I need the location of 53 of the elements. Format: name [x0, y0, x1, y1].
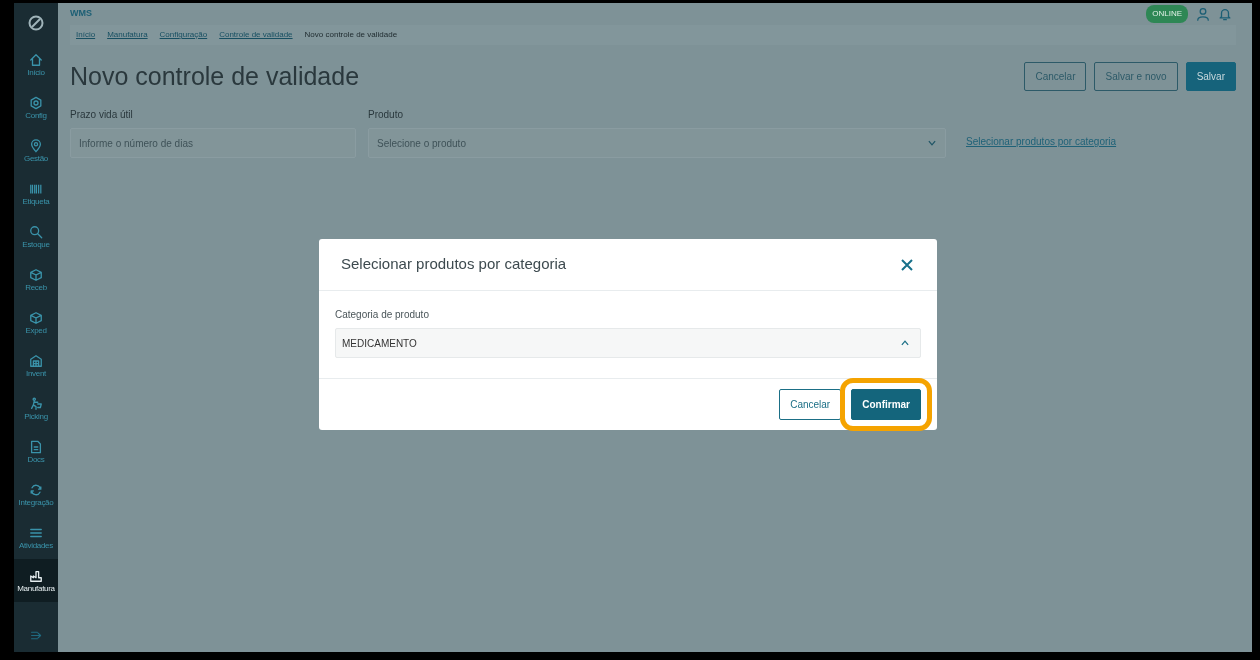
field-label: Prazo vida útil	[70, 108, 134, 122]
logo-icon	[28, 15, 44, 31]
close-icon	[899, 256, 915, 273]
save-button[interactable]: Salvar	[1185, 61, 1236, 91]
sidebar-item[interactable]: Manufatura	[14, 559, 58, 602]
sidebar-item[interactable]: Invent	[14, 344, 58, 387]
map-pin-icon	[29, 138, 43, 153]
sidebar-item[interactable]: Etiqueta	[14, 172, 58, 215]
user-icon[interactable]	[1196, 7, 1210, 21]
action-button[interactable]: Cancelar	[1024, 61, 1087, 91]
category-link[interactable]: Selecionar produtos por categoria	[966, 134, 1117, 149]
product-select[interactable]: Selecione o produto	[368, 128, 946, 158]
home-icon	[29, 52, 43, 67]
chevron-down-icon	[927, 138, 937, 148]
cancel-button[interactable]: Cancelar	[779, 389, 842, 420]
warehouse-icon	[29, 353, 43, 368]
box-icon	[29, 267, 43, 282]
sidebar-item[interactable]: Config	[14, 86, 58, 129]
chevron-up-icon	[900, 338, 910, 348]
app-name: WMS	[70, 7, 92, 21]
document-icon	[29, 439, 43, 454]
sync-icon	[29, 482, 43, 497]
sidebar-item[interactable]: Receb	[14, 258, 58, 301]
sidebar-item[interactable]: Exped	[14, 301, 58, 344]
search-icon	[29, 224, 43, 239]
breadcrumb-link[interactable]: Início	[76, 29, 96, 41]
sidebar-item[interactable]: Gestão	[14, 129, 58, 172]
page-title: Novo controle de validade	[70, 61, 360, 91]
modal-title: Selecionar produtos por categoria	[341, 254, 567, 275]
select-value: MEDICAMENTO	[342, 336, 417, 351]
sidebar-item[interactable]: Atividades	[14, 516, 58, 559]
breadcrumb-link[interactable]: Controle de validade	[219, 29, 293, 41]
sidebar-item[interactable]: Integração	[14, 473, 58, 516]
select-placeholder: Selecione o produto	[377, 136, 466, 151]
field-label: Produto	[368, 108, 405, 122]
action-button[interactable]: Salvar e novo	[1094, 61, 1178, 91]
sidebar-item[interactable]: Picking	[14, 387, 58, 430]
sidebar-item[interactable]: Docs	[14, 430, 58, 473]
field-label: Categoria de produto	[335, 308, 430, 322]
status-badge: ONLINE	[1146, 5, 1188, 23]
box-icon	[29, 310, 43, 325]
factory-icon	[29, 568, 43, 583]
days-input[interactable]: Informe o número de dias	[70, 128, 356, 158]
gear-icon	[29, 95, 43, 110]
bell-icon[interactable]	[1218, 7, 1232, 21]
person-cart-icon	[29, 396, 43, 411]
sidebar-item[interactable]: Estoque	[14, 215, 58, 258]
sidebar-item[interactable]: Início	[14, 43, 58, 86]
category-select[interactable]: MEDICAMENTO	[335, 328, 921, 358]
breadcrumb-current: Novo controle de validade	[304, 29, 398, 41]
close-button[interactable]	[899, 256, 915, 273]
breadcrumb-link[interactable]: Configuração	[159, 29, 208, 41]
breadcrumb-link[interactable]: Manufatura	[107, 29, 148, 41]
